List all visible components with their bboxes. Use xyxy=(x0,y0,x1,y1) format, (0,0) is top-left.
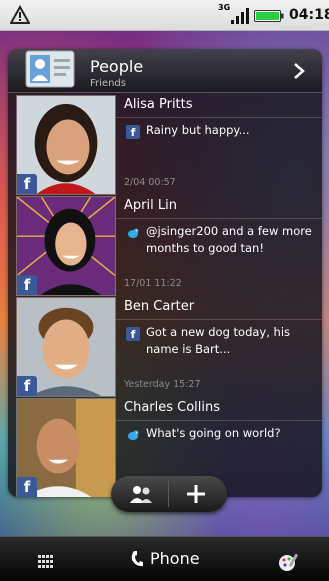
status-bar[interactable]: 3G 04:18 xyxy=(0,0,329,31)
home-screen: 3G 04:18 People Friends f Alisa Pritts f… xyxy=(0,0,329,581)
facebook-icon: f xyxy=(17,275,37,295)
contact-photo[interactable]: f xyxy=(16,196,116,296)
divider xyxy=(116,218,322,219)
status-text: Rainy but happy... xyxy=(146,123,250,137)
bottom-dock: Phone xyxy=(0,536,329,581)
people-widget[interactable]: People Friends f Alisa Pritts f Rainy bu… xyxy=(8,49,322,497)
contact-photo[interactable]: f xyxy=(16,398,116,497)
contact-name: April Lin xyxy=(124,198,177,213)
plus-icon[interactable] xyxy=(185,483,207,505)
battery-icon xyxy=(254,10,284,22)
chevron-right-icon[interactable] xyxy=(292,62,306,80)
divider xyxy=(116,319,322,320)
widget-subtitle: Friends xyxy=(90,78,126,89)
widget-action-bar xyxy=(111,476,227,512)
status-time: Yesterday 15:27 xyxy=(124,379,201,390)
contact-book-icon xyxy=(25,50,75,88)
status-time: 2/04 00:57 xyxy=(124,177,176,188)
facebook-icon: f xyxy=(126,327,140,341)
status-text: What's going on world? xyxy=(146,426,281,440)
clock: 04:18 xyxy=(289,7,329,23)
status-text: Got a new dog today, his name is Bart... xyxy=(146,325,291,356)
twitter-bird-icon xyxy=(128,228,139,238)
facebook-icon: f xyxy=(17,477,37,497)
divider xyxy=(168,481,169,507)
contact-photo[interactable]: f xyxy=(16,297,116,397)
personalize-icon[interactable] xyxy=(277,551,301,573)
contact-name: Ben Carter xyxy=(124,299,195,314)
people-icon[interactable] xyxy=(129,484,153,504)
status-text: @jsinger200 and a few more months to goo… xyxy=(146,224,312,255)
divider xyxy=(116,117,322,118)
signal-icon xyxy=(231,8,249,24)
phone-label: Phone xyxy=(150,549,200,568)
facebook-icon: f xyxy=(17,376,37,396)
phone-icon xyxy=(131,551,143,567)
divider xyxy=(116,420,322,421)
contact-name: Charles Collins xyxy=(124,400,221,415)
contact-item[interactable]: f Alisa Pritts f Rainy but happy... 2/04… xyxy=(8,95,322,195)
status-time: 17/01 11:22 xyxy=(124,278,182,289)
widget-header[interactable]: People Friends xyxy=(8,49,322,93)
all-apps-icon[interactable] xyxy=(38,555,54,569)
warning-icon xyxy=(10,5,30,24)
contact-item[interactable]: f April Lin @jsinger200 and a few more m… xyxy=(8,196,322,296)
facebook-icon: f xyxy=(17,174,37,194)
facebook-icon: f xyxy=(126,125,140,139)
network-type-label: 3G xyxy=(218,3,231,12)
widget-title: People xyxy=(90,57,144,76)
contact-name: Alisa Pritts xyxy=(124,97,193,112)
twitter-bird-icon xyxy=(128,430,139,440)
contact-photo[interactable]: f xyxy=(16,95,116,195)
contact-item[interactable]: f Ben Carter f Got a new dog today, his … xyxy=(8,297,322,397)
